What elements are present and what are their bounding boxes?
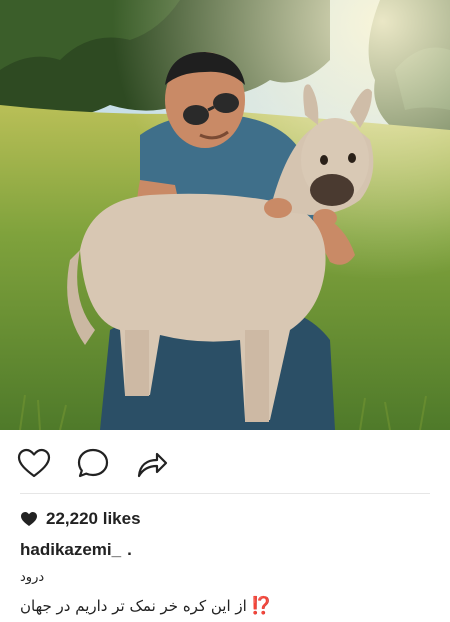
likes-count: 22,220 likes [46,509,141,528]
caption-line-1: درود [20,570,45,585]
post-photo[interactable] [0,0,450,430]
caption-text: از این کره خر نمک تر داریم در جهان [20,597,247,615]
username-link[interactable]: hadikazemi_ [20,540,121,560]
exclamation-question-emoji: ⁉️ [250,596,272,616]
heart-filled-icon [21,512,37,526]
heart-outline-icon [17,448,51,478]
comment-button[interactable] [75,446,111,482]
comment-bubble-icon [77,448,109,478]
share-button[interactable] [134,446,170,482]
likes-row[interactable]: 22,220 likes [20,508,141,530]
post-photo-image [0,0,450,430]
username-suffix: . [127,540,132,559]
caption-header: hadikazemi_ . [20,540,132,560]
post-actions-bar [0,430,450,494]
divider [20,493,430,494]
like-button[interactable] [16,446,52,482]
caption-line-2: ⁉️ از این کره خر نمک تر داریم در جهان [20,596,272,616]
share-arrow-icon [137,452,168,478]
